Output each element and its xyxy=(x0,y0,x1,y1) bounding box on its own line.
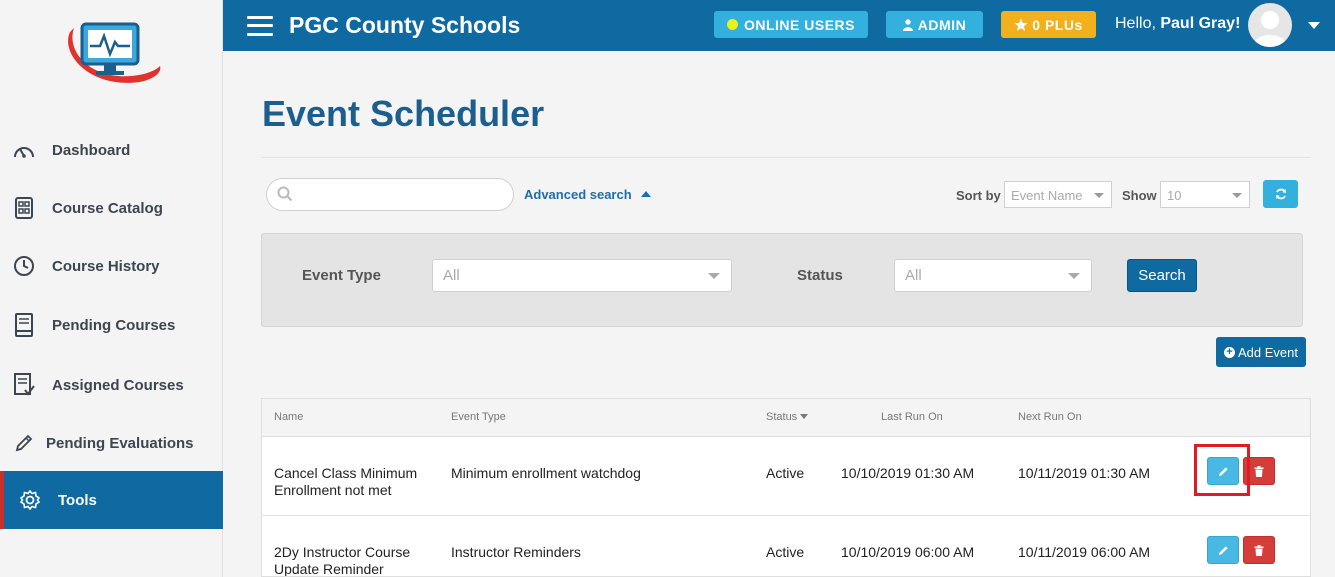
sort-by-select[interactable]: Event Name xyxy=(1004,181,1112,208)
star-icon xyxy=(1014,18,1028,32)
delete-button[interactable] xyxy=(1243,457,1275,485)
column-header-next-run[interactable]: Next Run On xyxy=(1018,411,1082,423)
sidebar-item-dashboard[interactable]: Dashboard xyxy=(0,121,223,179)
sidebar-item-pending-courses[interactable]: Pending Courses xyxy=(0,296,223,354)
show-value: 10 xyxy=(1167,188,1182,203)
admin-button[interactable]: ADMIN xyxy=(886,11,983,38)
online-dot-icon xyxy=(726,19,738,30)
sidebar-item-label: Tools xyxy=(58,491,97,509)
last-run-on: 10/10/2019 06:00 AM xyxy=(841,544,975,560)
event-type-label: Event Type xyxy=(302,267,381,284)
event-type-select[interactable]: All xyxy=(432,259,732,292)
sidebar-item-label: Assigned Courses xyxy=(52,376,184,394)
sidebar-item-course-history[interactable]: Course History xyxy=(0,237,223,295)
trash-icon xyxy=(1254,465,1264,477)
table-row[interactable]: Cancel Class Minimum Enrollment not met … xyxy=(262,437,1310,516)
user-name: Paul Gray! xyxy=(1160,15,1241,32)
add-event-button[interactable]: + Add Event xyxy=(1216,337,1306,367)
book-icon xyxy=(12,313,36,337)
divider xyxy=(261,157,1311,158)
search-button[interactable]: Search xyxy=(1127,259,1197,292)
pencil-icon xyxy=(1218,545,1229,556)
refresh-icon xyxy=(1275,188,1287,200)
sidebar-item-pending-evaluations[interactable]: Pending Evaluations xyxy=(0,414,223,472)
checklist-icon xyxy=(12,373,36,397)
plus-button[interactable]: 0 PLUs xyxy=(1001,11,1096,38)
sidebar-item-label: Dashboard xyxy=(52,141,131,159)
gear-icon xyxy=(18,488,42,512)
search-input[interactable] xyxy=(266,178,514,211)
add-event-label: Add Event xyxy=(1238,344,1298,360)
sidebar-item-label: Pending Evaluations xyxy=(46,434,194,452)
column-header-name[interactable]: Name xyxy=(274,411,303,423)
refresh-button[interactable] xyxy=(1263,180,1298,208)
table-header: Name Event Type Status Last Run On Next … xyxy=(262,399,1310,437)
app-logo[interactable] xyxy=(60,14,164,94)
event-status: Active xyxy=(766,544,805,560)
online-users-label: ONLINE USERS xyxy=(743,16,855,33)
plus-label: 0 PLUs xyxy=(1032,16,1083,33)
app-title: PGC County Schools xyxy=(289,12,521,38)
plus-circle-icon: + xyxy=(1224,346,1235,358)
last-run-on: 10/10/2019 01:30 AM xyxy=(841,465,975,481)
advanced-search-link[interactable]: Advanced search xyxy=(524,187,651,202)
sidebar-item-label: Course Catalog xyxy=(52,199,163,217)
pencil-icon xyxy=(12,431,36,455)
column-header-last-run[interactable]: Last Run On xyxy=(881,411,943,423)
edit-button[interactable] xyxy=(1207,457,1239,485)
sidebar-item-label: Course History xyxy=(52,257,160,275)
advanced-search-label: Advanced search xyxy=(524,187,632,202)
sidebar: Dashboard Course Catalog Course History … xyxy=(0,0,223,577)
avatar[interactable] xyxy=(1248,3,1292,47)
sort-by-value: Event Name xyxy=(1011,188,1083,203)
catalog-icon xyxy=(12,196,36,220)
event-type: Instructor Reminders xyxy=(451,544,581,560)
pencil-icon xyxy=(1218,466,1229,477)
edit-button[interactable] xyxy=(1207,536,1239,564)
sidebar-item-tools[interactable]: Tools xyxy=(0,471,223,529)
show-label: Show xyxy=(1122,188,1157,203)
next-run-on: 10/11/2019 01:30 AM xyxy=(1018,465,1151,481)
status-select[interactable]: All xyxy=(894,259,1092,292)
search-icon xyxy=(277,186,293,207)
events-table: Name Event Type Status Last Run On Next … xyxy=(261,398,1311,577)
status-value: All xyxy=(905,267,922,284)
greeting-text: Hello, xyxy=(1115,15,1156,32)
table-row[interactable]: 2Dy Instructor Course Update Reminder In… xyxy=(262,516,1310,577)
clock-icon xyxy=(12,254,36,278)
user-greeting: Hello, Paul Gray! xyxy=(1115,15,1240,33)
sidebar-item-label: Pending Courses xyxy=(52,316,176,334)
status-label: Status xyxy=(797,267,843,284)
event-name: Cancel Class Minimum Enrollment not met xyxy=(274,465,418,498)
event-name: 2Dy Instructor Course Update Reminder xyxy=(274,544,411,577)
user-icon xyxy=(902,18,913,31)
sidebar-item-course-catalog[interactable]: Course Catalog xyxy=(0,179,223,237)
page-title: Event Scheduler xyxy=(262,93,545,134)
online-users-button[interactable]: ONLINE USERS xyxy=(714,11,868,38)
menu-icon[interactable] xyxy=(247,15,273,36)
event-type: Minimum enrollment watchdog xyxy=(451,465,641,481)
sort-by-label: Sort by xyxy=(956,188,1001,203)
top-header: PGC County Schools ONLINE USERS ADMIN 0 … xyxy=(223,0,1335,51)
sidebar-item-assigned-courses[interactable]: Assigned Courses xyxy=(0,356,223,414)
gauge-icon xyxy=(12,138,36,162)
trash-icon xyxy=(1254,544,1264,556)
column-header-event-type[interactable]: Event Type xyxy=(451,411,506,423)
delete-button[interactable] xyxy=(1243,536,1275,564)
admin-label: ADMIN xyxy=(917,16,967,33)
event-type-value: All xyxy=(443,267,460,284)
event-status: Active xyxy=(766,465,805,481)
next-run-on: 10/11/2019 06:00 AM xyxy=(1018,544,1151,560)
column-header-status[interactable]: Status xyxy=(766,411,808,423)
caret-up-icon xyxy=(640,191,651,197)
show-select[interactable]: 10 xyxy=(1160,181,1250,208)
user-menu-chevron-down-icon[interactable] xyxy=(1308,22,1320,29)
